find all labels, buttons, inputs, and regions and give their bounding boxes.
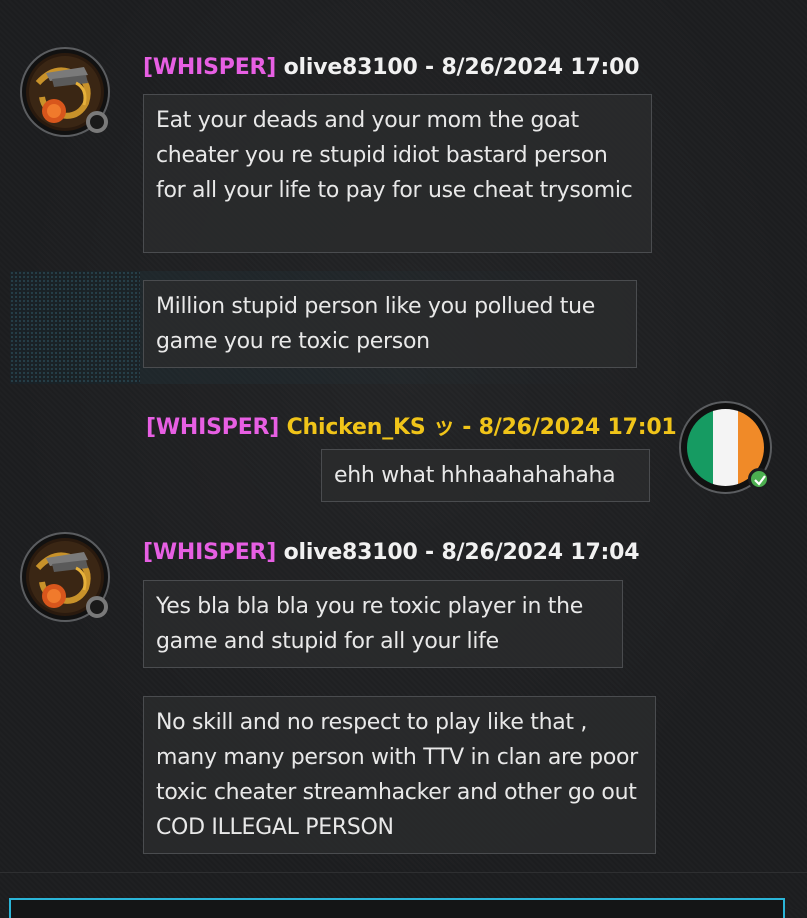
author-name[interactable]: olive83100 [284,55,418,80]
message-timestamp: 8/26/2024 17:01 [478,415,677,440]
user-avatar-self[interactable] [679,401,772,494]
message-bubble: No skill and no respect to play like tha… [143,696,656,854]
whisper-tag: [WHISPER] [143,55,277,80]
whisper-tag: [WHISPER] [143,540,277,565]
header-separator: - [417,55,442,80]
message-input[interactable] [9,898,785,918]
divider [0,872,807,873]
message-bubble: Eat your deads and your mom the goat che… [143,94,652,253]
message-header: [WHISPER] Chicken_KS ッ - 8/26/2024 17:01 [146,409,677,441]
row-highlight [10,271,140,384]
message-bubble: Yes bla bla bla you re toxic player in t… [143,580,623,668]
whisper-tag: [WHISPER] [146,415,280,440]
header-separator: - [454,415,479,440]
user-avatar-olive83100[interactable] [20,47,110,137]
chat-panel: [WHISPER] olive83100 - 8/26/2024 17:00 E… [0,0,807,918]
offline-status-icon [86,596,108,618]
message-bubble: ehh what hhhaahahahaha [321,449,650,502]
message-header: [WHISPER] olive83100 - 8/26/2024 17:00 [143,55,640,80]
user-avatar-olive83100[interactable] [20,532,110,622]
offline-status-icon [86,111,108,133]
message-header: [WHISPER] olive83100 - 8/26/2024 17:04 [143,540,640,565]
author-name[interactable]: Chicken_KS ッ [287,415,455,440]
message-bubble: Million stupid person like you pollued t… [143,280,637,368]
online-check-icon [748,468,770,490]
header-separator: - [417,540,442,565]
message-timestamp: 8/26/2024 17:04 [441,540,640,565]
author-name[interactable]: olive83100 [284,540,418,565]
message-timestamp: 8/26/2024 17:00 [441,55,640,80]
